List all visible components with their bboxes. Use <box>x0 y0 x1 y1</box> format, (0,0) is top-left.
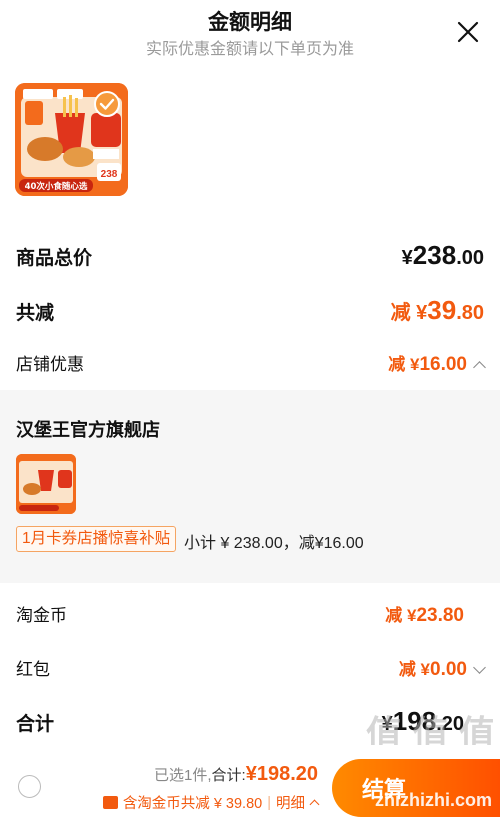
store-discount-value: 减 ¥16.00 <box>388 350 486 376</box>
header: 金额明细 实际优惠金额请以下单页为准 <box>0 0 500 64</box>
total-reduce-value: 减 ¥39.80 <box>390 295 484 325</box>
goods-total-label: 商品总价 <box>16 248 93 269</box>
coin-reduce-text: 含淘金币共减 ¥ 39.80 <box>122 796 263 812</box>
bottom-total-value: ¥198.20 <box>245 763 318 785</box>
store-product-thumbnail[interactable] <box>16 454 76 514</box>
close-icon[interactable] <box>456 20 480 44</box>
separator: | <box>267 794 271 811</box>
chevron-up-icon[interactable] <box>473 361 486 374</box>
svg-text:238: 238 <box>101 169 118 180</box>
watermark-url: zhizhizhi.com <box>375 790 492 810</box>
total-reduce-row: 共减 减 ¥39.80 <box>16 295 484 326</box>
selected-summary: 已选1件,合计:¥198.20 <box>154 763 318 786</box>
bottom-total-label: 合计: <box>211 767 246 784</box>
store-name: 汉堡王官方旗舰店 <box>16 420 160 440</box>
sum-label: 合计 <box>16 714 55 735</box>
tao-coin-value: 减 ¥23.80 <box>385 605 464 626</box>
detail-link[interactable]: 明细 <box>276 792 305 813</box>
select-all-radio[interactable] <box>18 775 41 798</box>
goods-total-value: ¥238.00 <box>401 240 484 270</box>
selected-check-icon[interactable] <box>94 91 120 117</box>
coin-reduce-line[interactable]: 含淘金币共减 ¥ 39.80 | 明细 <box>102 792 320 813</box>
tao-coin-label: 淘金币 <box>16 606 67 625</box>
red-packet-row[interactable]: 红包 减 ¥0.00 <box>16 655 486 681</box>
selected-count: 已选1件, <box>154 767 212 784</box>
store-discount-row[interactable]: 店铺优惠 减 ¥16.00 <box>16 350 486 376</box>
chevron-up-small-icon[interactable] <box>309 799 320 810</box>
promo-tag: 1月卡券店播惊喜补贴 <box>16 526 177 552</box>
store-discount-label: 店铺优惠 <box>16 355 84 374</box>
total-reduce-label: 共减 <box>16 303 55 324</box>
product-image[interactable]: 238 40次小食随心选 <box>15 83 128 196</box>
chevron-down-icon[interactable] <box>473 661 486 674</box>
product-badge-text: 40次小食随心选 <box>25 181 88 192</box>
tao-coin-row: 淘金币 减 ¥23.80 <box>16 601 484 627</box>
page-subtitle: 实际优惠金额请以下单页为准 <box>145 41 354 58</box>
store-subtotal: 小计 ¥ 238.00，减¥16.00 <box>184 535 364 552</box>
goods-total-row: 商品总价 ¥238.00 <box>16 240 484 271</box>
red-packet-value: 减 ¥0.00 <box>399 655 486 681</box>
red-packet-label: 红包 <box>16 660 50 679</box>
coupon-icon <box>102 796 118 809</box>
page-title: 金额明细 <box>208 11 292 34</box>
store-detail-panel: 汉堡王官方旗舰店 1月卡券店播惊喜补贴 小计 ¥ 238.00，减¥16.00 <box>0 390 500 583</box>
